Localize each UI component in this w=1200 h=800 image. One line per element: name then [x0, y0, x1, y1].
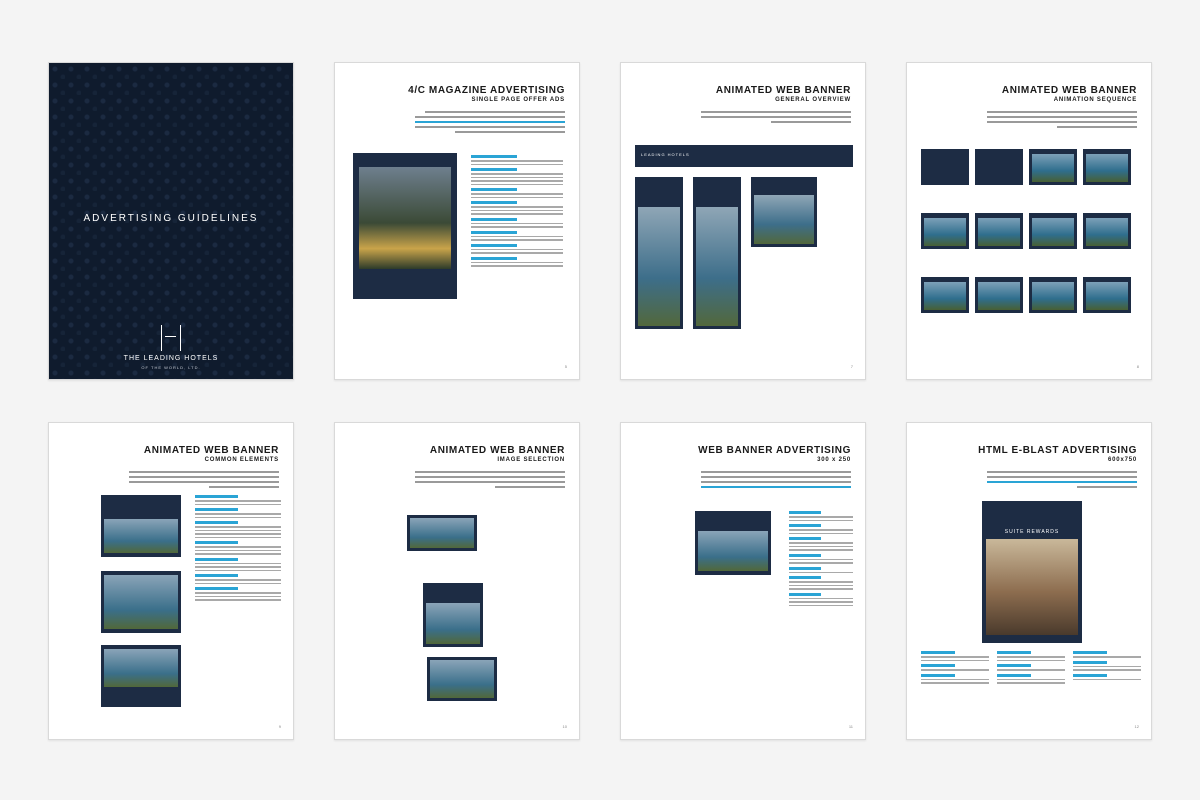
- page-title: WEB BANNER ADVERTISING: [698, 445, 851, 456]
- page-banner-overview[interactable]: ANIMATED WEB BANNER GENERAL OVERVIEW LEA…: [620, 62, 866, 380]
- frame-12: [1083, 277, 1131, 313]
- eblast-sample: SUITE REWARDS: [982, 501, 1082, 643]
- page-number: 12: [1134, 724, 1139, 729]
- square-banner: [751, 177, 817, 247]
- page-header: ANIMATED WEB BANNER IMAGE SELECTION: [430, 445, 565, 464]
- skyscraper-banner-1: [635, 177, 683, 329]
- page-subtitle: SINGLE PAGE OFFER ADS: [471, 97, 565, 103]
- frame-1: [921, 149, 969, 185]
- page-number: 8: [1136, 364, 1139, 369]
- page-title: ANIMATED WEB BANNER: [715, 85, 851, 96]
- cover-title: ADVERTISING GUIDELINES: [83, 213, 259, 224]
- page-number: 7: [850, 364, 853, 369]
- page-subtitle: COMMON ELEMENTS: [204, 457, 279, 463]
- intro-text: [987, 471, 1137, 491]
- spec-list: [195, 495, 281, 604]
- page-header: ANIMATED WEB BANNER COMMON ELEMENTS: [144, 445, 279, 464]
- frame-9: [921, 277, 969, 313]
- frame-10: [975, 277, 1023, 313]
- intro-text: [129, 471, 279, 491]
- spec-columns: [921, 651, 1141, 687]
- intro-text: [415, 111, 565, 136]
- page-banner-image-selection[interactable]: ANIMATED WEB BANNER IMAGE SELECTION 10: [334, 422, 580, 740]
- cover-brand-sub: OF THE WORLD, LTD.: [141, 365, 201, 370]
- magazine-ad-sample: [353, 153, 457, 299]
- hotel-photo: [359, 167, 451, 269]
- page-title: 4/C MAGAZINE ADVERTISING: [408, 85, 565, 96]
- page-number: 5: [564, 364, 567, 369]
- image-sample-2: [423, 583, 483, 647]
- page-subtitle: 300 x 250: [817, 457, 851, 463]
- frame-7: [1029, 213, 1077, 249]
- intro-text: [987, 111, 1137, 131]
- intro-text: [701, 111, 851, 126]
- frame-5: [921, 213, 969, 249]
- page-subtitle: 600x750: [1108, 457, 1137, 463]
- skyscraper-banner-2: [693, 177, 741, 329]
- frame-4: [1083, 149, 1131, 185]
- image-sample-1: [407, 515, 477, 551]
- cover-brand: THE LEADING HOTELS: [123, 355, 219, 362]
- page-banner-animation[interactable]: ANIMATED WEB BANNER ANIMATION SEQUENCE 8: [906, 62, 1152, 380]
- page-web-banner-300x250[interactable]: WEB BANNER ADVERTISING 300 x 250 11: [620, 422, 866, 740]
- page-header: ANIMATED WEB BANNER GENERAL OVERVIEW: [716, 85, 851, 104]
- page-number: 10: [562, 724, 567, 729]
- banner-sample-3: [101, 645, 181, 707]
- leaderboard-banner: LEADING HOTELS: [635, 145, 853, 167]
- page-banner-common[interactable]: ANIMATED WEB BANNER COMMON ELEMENTS 9: [48, 422, 294, 740]
- frame-3: [1029, 149, 1077, 185]
- page-header: WEB BANNER ADVERTISING 300 x 250: [698, 445, 851, 464]
- lhw-monogram: [161, 325, 181, 351]
- frame-11: [1029, 277, 1077, 313]
- intro-text: [701, 471, 851, 491]
- frame-2: [975, 149, 1023, 185]
- banner-logo: LEADING HOTELS: [641, 152, 690, 157]
- page-number: 11: [848, 724, 853, 729]
- banner-sample-2: [101, 571, 181, 633]
- page-header: 4/C MAGAZINE ADVERTISING SINGLE PAGE OFF…: [408, 85, 565, 104]
- page-number: 9: [278, 724, 281, 729]
- page-title: HTML E-BLAST ADVERTISING: [978, 445, 1137, 456]
- cover-page[interactable]: ADVERTISING GUIDELINES THE LEADING HOTEL…: [48, 62, 294, 380]
- page-html-eblast[interactable]: HTML E-BLAST ADVERTISING 600x750 SUITE R…: [906, 422, 1152, 740]
- page-title: ANIMATED WEB BANNER: [1001, 85, 1137, 96]
- page-magazine-ads[interactable]: 4/C MAGAZINE ADVERTISING SINGLE PAGE OFF…: [334, 62, 580, 380]
- page-subtitle: GENERAL OVERVIEW: [775, 97, 851, 103]
- page-title: ANIMATED WEB BANNER: [143, 445, 279, 456]
- page-subtitle: ANIMATION SEQUENCE: [1053, 97, 1137, 103]
- frame-8: [1083, 213, 1131, 249]
- intro-text: [415, 471, 565, 491]
- page-header: ANIMATED WEB BANNER ANIMATION SEQUENCE: [1002, 85, 1137, 104]
- spec-list: [789, 511, 853, 609]
- eblast-offer-title: SUITE REWARDS: [1004, 529, 1060, 535]
- spec-list: [471, 155, 563, 270]
- banner-300x250-sample: [695, 511, 771, 575]
- page-header: HTML E-BLAST ADVERTISING 600x750: [978, 445, 1137, 464]
- banner-sample-1: [101, 495, 181, 557]
- frame-6: [975, 213, 1023, 249]
- image-sample-3: [427, 657, 497, 701]
- page-title: ANIMATED WEB BANNER: [429, 445, 565, 456]
- page-subtitle: IMAGE SELECTION: [497, 457, 565, 463]
